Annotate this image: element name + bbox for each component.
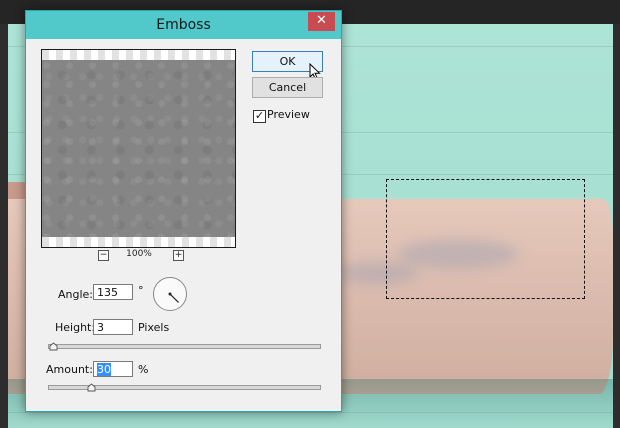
checkmark-icon: ✓	[254, 109, 265, 122]
preview-image	[42, 60, 235, 237]
zoom-in-button[interactable]: +	[173, 250, 184, 261]
filter-preview[interactable]	[41, 49, 236, 248]
amount-label: Amount:	[46, 363, 93, 376]
zoom-level: 100%	[126, 249, 152, 259]
preview-checkerboard-top	[42, 50, 235, 60]
height-label: Height:	[55, 321, 96, 334]
preview-checkerboard-bottom	[42, 237, 235, 247]
angle-label: Angle:	[58, 288, 94, 301]
amount-value: 30	[97, 363, 111, 376]
height-unit: Pixels	[138, 321, 170, 334]
height-slider-track[interactable]	[48, 344, 321, 349]
amount-unit: %	[138, 363, 149, 376]
emboss-dialog: Emboss ✕ − 100% + OK Cancel ✓ Preview An…	[25, 10, 342, 412]
close-icon: ✕	[316, 13, 327, 28]
zoom-in-icon: +	[174, 250, 183, 260]
preview-checkbox-label[interactable]: Preview	[267, 108, 310, 121]
close-button[interactable]: ✕	[308, 12, 335, 31]
amount-input[interactable]: 30	[93, 361, 133, 377]
angle-unit: °	[138, 284, 144, 297]
dialog-title: Emboss	[156, 17, 211, 33]
cancel-button[interactable]: Cancel	[252, 77, 323, 98]
preview-checkbox[interactable]: ✓	[253, 110, 266, 123]
amount-slider-thumb[interactable]	[87, 383, 96, 392]
dialog-titlebar[interactable]: Emboss ✕	[26, 11, 341, 39]
height-slider-thumb[interactable]	[49, 342, 58, 351]
height-input[interactable]: 3	[93, 319, 133, 335]
zoom-out-icon: −	[99, 250, 108, 260]
angle-dial[interactable]	[153, 277, 187, 311]
marquee-selection[interactable]	[386, 179, 585, 299]
zoom-out-button[interactable]: −	[98, 250, 109, 261]
angle-input[interactable]: 135	[93, 284, 133, 300]
angle-dial-icon	[168, 292, 179, 303]
